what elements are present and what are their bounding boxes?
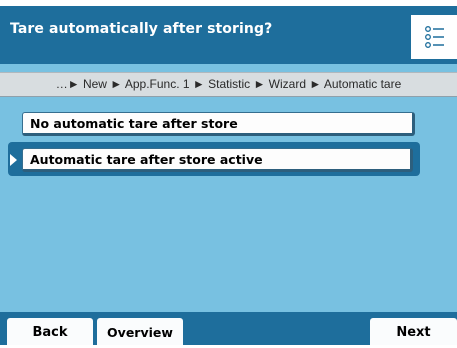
page-title: Tare automatically after storing? [10, 21, 273, 37]
list-view-button[interactable] [411, 15, 457, 59]
option-no-automatic-tare[interactable]: No automatic tare after store [22, 112, 415, 136]
next-button[interactable]: Next [370, 318, 457, 345]
back-button[interactable]: Back [7, 318, 93, 345]
list-icon [425, 26, 444, 48]
option-automatic-tare-active[interactable]: Automatic tare after store active [22, 148, 413, 172]
option-label: Automatic tare after store active [30, 152, 263, 167]
breadcrumb: …► New ► App.Func. 1 ► Statistic ► Wizar… [55, 77, 402, 91]
overview-button[interactable]: Overview [97, 318, 183, 345]
header: Tare automatically after storing? [0, 6, 457, 64]
breadcrumb-bar: …► New ► App.Func. 1 ► Statistic ► Wizar… [0, 72, 457, 97]
selection-arrow-icon [10, 154, 17, 166]
screen: Tare automatically after storing? …► New… [0, 0, 457, 345]
option-label: No automatic tare after store [30, 116, 238, 131]
